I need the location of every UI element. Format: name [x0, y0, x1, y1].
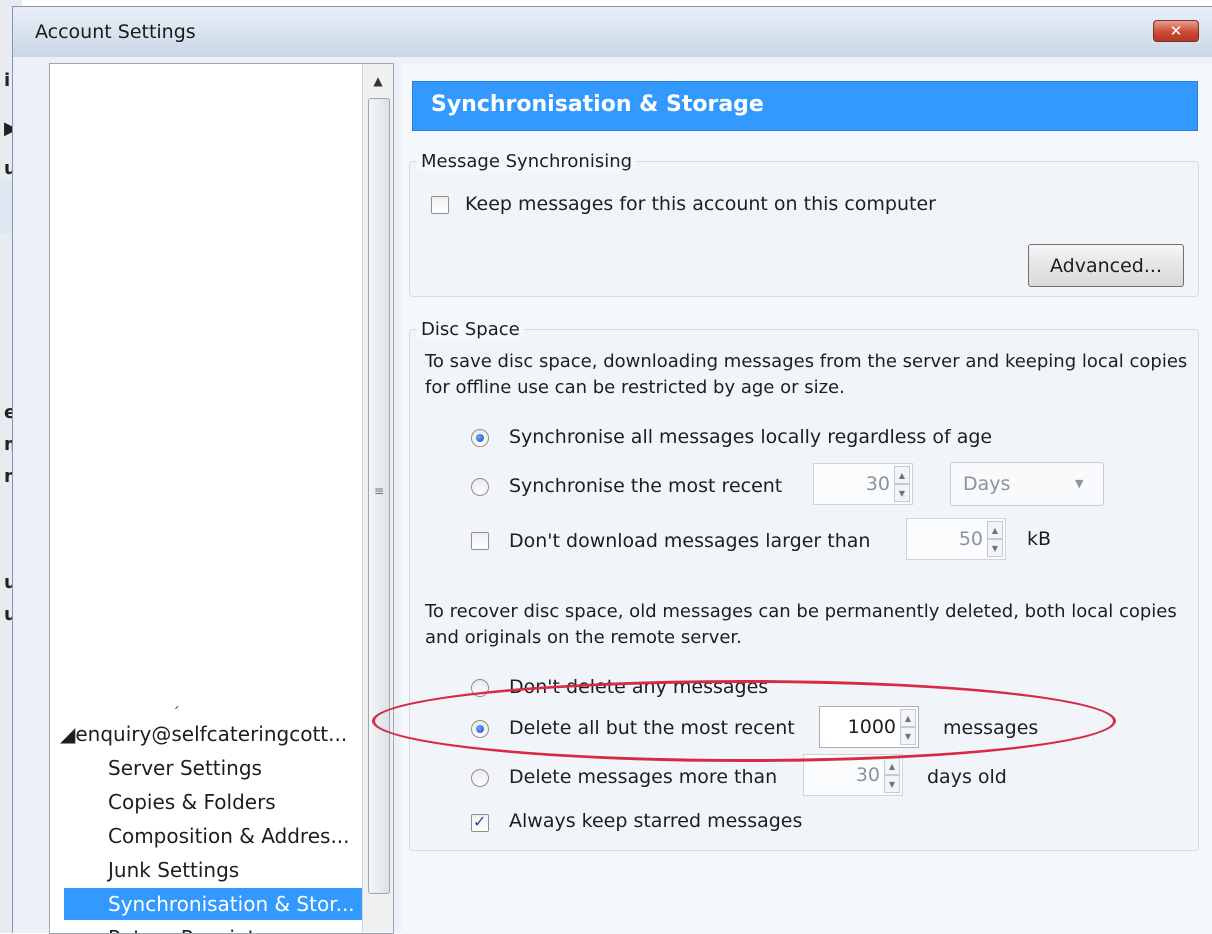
tree-item-server-settings[interactable]: Server Settings	[64, 752, 362, 784]
keep-count-value: 1000	[847, 716, 896, 738]
message-synchronising-legend: Message Synchronising	[417, 151, 637, 172]
page-header: Synchronisation & Storage	[412, 81, 1198, 131]
spin-down-icon[interactable]: ▼	[884, 775, 900, 793]
spin-up-icon[interactable]: ▲	[884, 757, 900, 775]
age-limit-suffix: days old	[927, 766, 1007, 788]
delete-all-but-radio[interactable]	[471, 720, 489, 738]
recover-space-intro: To recover disc space, old messages can …	[425, 601, 1177, 648]
scroll-up-icon: ▲	[373, 74, 383, 88]
chevron-down-icon: ▼	[1075, 477, 1084, 490]
spin-down-icon[interactable]: ▼	[987, 539, 1003, 557]
account-tree: ˏ ◢enquiry@selfcateringcott... Server Se…	[49, 63, 394, 934]
account-settings-dialog: Account Settings ✕ ˏ ◢enquiry@selfcateri…	[12, 6, 1212, 934]
account-name: ◢enquiry@selfcateringcott...	[60, 722, 348, 746]
tree-item-label: Server Settings	[108, 756, 262, 780]
age-limit-value: 30	[855, 764, 880, 786]
keep-messages-checkbox[interactable]	[431, 196, 449, 214]
delete-older-radio[interactable]	[471, 769, 489, 787]
close-button[interactable]: ✕	[1153, 20, 1199, 42]
size-limit-stepper[interactable]: 50 ▲ ▼	[906, 518, 1006, 560]
sync-unit-select[interactable]: Days ▼	[950, 462, 1104, 506]
sync-all-radio[interactable]	[471, 429, 489, 447]
background-fragment: i	[4, 70, 11, 91]
keep-count-suffix: messages	[943, 717, 1039, 739]
disc-space-intro: To save disc space, downloading messages…	[425, 351, 1188, 398]
window-title: Account Settings	[35, 21, 196, 43]
stepper-buttons: ▲ ▼	[894, 466, 910, 502]
tree-scrollbar[interactable]: ▲ ≡	[362, 64, 393, 933]
delete-older-label: Delete messages more than	[509, 766, 778, 788]
sync-unit-value: Days	[963, 473, 1011, 495]
tree-item-label: Junk Settings	[108, 858, 240, 882]
keep-starred-checkbox[interactable]: ✓	[471, 812, 489, 832]
close-icon: ✕	[1169, 22, 1183, 40]
spin-down-icon[interactable]: ▼	[900, 727, 916, 745]
check-icon: ✓	[473, 812, 487, 831]
scroll-up-button[interactable]: ▲	[366, 67, 390, 95]
dont-download-label: Don't download messages larger than	[509, 530, 871, 552]
sync-recent-radio[interactable]	[471, 478, 489, 496]
account-tree-list: ˏ ◢enquiry@selfcateringcott... Server Se…	[50, 64, 362, 933]
tree-connector-mark: ˏ	[172, 690, 180, 709]
dont-delete-label: Don't delete any messages	[509, 676, 769, 698]
keep-starred-label: Always keep starred messages	[509, 810, 803, 832]
tree-item-copies-folders[interactable]: Copies & Folders	[64, 786, 362, 818]
settings-content: Synchronisation & Storage Message Synchr…	[401, 63, 1212, 934]
dont-download-checkbox[interactable]	[471, 532, 489, 550]
sync-recent-stepper[interactable]: 30 ▲ ▼	[813, 463, 913, 505]
stepper-buttons: ▲ ▼	[987, 521, 1003, 557]
dont-delete-radio[interactable]	[471, 679, 489, 697]
scroll-thumb[interactable]: ≡	[368, 98, 390, 894]
tree-item-label: Composition & Addres...	[108, 824, 350, 848]
tree-item-return-receipts[interactable]: Return Receipts	[64, 922, 362, 933]
advanced-button[interactable]: Advanced...	[1028, 244, 1184, 287]
spin-down-icon[interactable]: ▼	[894, 484, 910, 502]
tree-item-composition-addressing[interactable]: Composition & Addres...	[64, 820, 362, 852]
sync-recent-value: 30	[865, 473, 890, 495]
keep-messages-label: Keep messages for this account on this c…	[465, 193, 936, 215]
tree-item-label: Synchronisation & Stor...	[108, 892, 355, 916]
age-limit-stepper[interactable]: 30 ▲ ▼	[803, 754, 903, 796]
stepper-buttons: ▲ ▼	[900, 709, 916, 745]
tree-item-junk-settings[interactable]: Junk Settings	[64, 854, 362, 886]
size-unit-label: kB	[1027, 528, 1052, 550]
spin-up-icon[interactable]: ▲	[900, 709, 916, 727]
disc-space-legend: Disc Space	[417, 319, 524, 340]
tree-item-label: Copies & Folders	[108, 790, 276, 814]
keep-count-stepper[interactable]: 1000 ▲ ▼	[819, 706, 919, 748]
sync-all-label: Synchronise all messages locally regardl…	[509, 426, 993, 448]
delete-all-but-label: Delete all but the most recent	[509, 717, 795, 739]
title-bar[interactable]: Account Settings ✕	[13, 7, 1212, 57]
spin-up-icon[interactable]: ▲	[987, 521, 1003, 539]
spin-up-icon[interactable]: ▲	[894, 466, 910, 484]
sync-recent-label: Synchronise the most recent	[509, 475, 783, 497]
grip-icon: ≡	[373, 484, 385, 498]
page-title: Synchronisation & Storage	[431, 92, 764, 117]
tree-account-node[interactable]: ◢enquiry@selfcateringcott...	[60, 718, 360, 750]
size-limit-value: 50	[958, 528, 983, 550]
tree-item-synchronisation-storage[interactable]: Synchronisation & Stor...	[64, 888, 362, 920]
stepper-buttons: ▲ ▼	[884, 757, 900, 793]
